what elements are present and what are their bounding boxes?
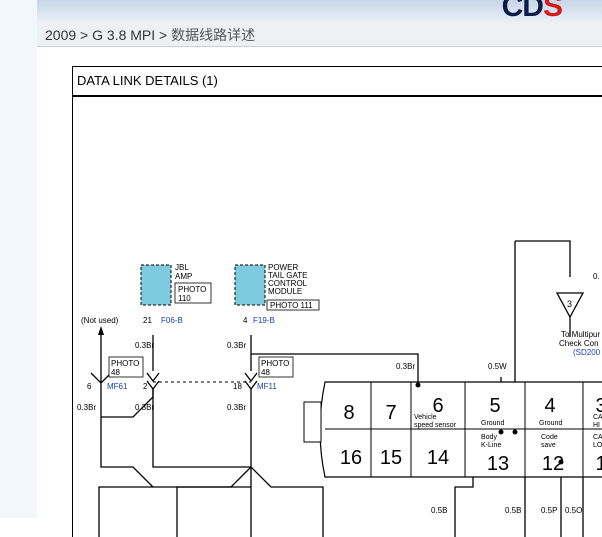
cds-logo: CDS	[501, 0, 563, 23]
svg-text:To Multipur: To Multipur	[561, 330, 600, 339]
svg-text:4: 4	[243, 316, 248, 325]
svg-text:CA: CA	[593, 434, 602, 441]
svg-text:0.3Br: 0.3Br	[227, 403, 246, 412]
svg-text:1: 1	[595, 453, 602, 475]
svg-text:Ground: Ground	[539, 420, 562, 427]
svg-text:LO: LO	[593, 442, 602, 449]
connector-mf11: MF11	[257, 382, 277, 391]
jbl-amp-label: JBL	[175, 263, 189, 272]
svg-text:CA: CA	[593, 414, 602, 421]
not-used-label: (Not used)	[81, 316, 119, 325]
svg-text:PHOTO: PHOTO	[178, 285, 206, 294]
breadcrumb-bar: 2009 > G 3.8 MPI > 数据线路详述	[37, 22, 602, 47]
splice-symbols	[90, 292, 585, 391]
svg-text:0.5B: 0.5B	[505, 506, 521, 515]
connector-mf61: MF61	[107, 382, 128, 391]
svg-text:8: 8	[343, 402, 354, 424]
svg-text:13: 13	[487, 453, 509, 475]
svg-text:PHOTO: PHOTO	[111, 359, 139, 368]
svg-text:21: 21	[143, 316, 152, 325]
svg-text:14: 14	[427, 447, 449, 469]
svg-text:PHOTO 111: PHOTO 111	[270, 301, 313, 310]
svg-text:Vehicle: Vehicle	[414, 414, 437, 421]
wiring-schematic: JBL AMP PHOTO 110 21 F06-B POWER TAIL GA…	[77, 240, 602, 537]
svg-text:2: 2	[143, 382, 148, 391]
reference-link[interactable]: (SD200	[573, 348, 601, 357]
tailgate-module-component	[234, 264, 266, 306]
svg-text:Check Con: Check Con	[559, 339, 599, 348]
breadcrumb-year[interactable]: 2009	[45, 27, 76, 43]
breadcrumb-current: 数据线路详述	[171, 27, 256, 43]
svg-text:AMP: AMP	[175, 272, 192, 281]
svg-text:PHOTO: PHOTO	[261, 359, 289, 368]
svg-text:3: 3	[567, 299, 572, 309]
left-gutter	[0, 0, 37, 518]
svg-text:speed sensor: speed sensor	[414, 422, 457, 429]
svg-text:HI: HI	[593, 422, 600, 429]
svg-text:15: 15	[380, 447, 402, 469]
svg-text:0.3Br: 0.3Br	[135, 403, 154, 412]
breadcrumb: 2009 > G 3.8 MPI > 数据线路详述	[45, 27, 256, 43]
svg-text:48: 48	[111, 368, 120, 377]
svg-text:save: save	[541, 442, 556, 449]
svg-text:K-Line: K-Line	[481, 442, 501, 449]
svg-text:18: 18	[233, 382, 242, 391]
connector-f19b: F19-B	[253, 316, 275, 325]
jbl-amp-component	[140, 264, 172, 306]
svg-text:0.3Br: 0.3Br	[135, 341, 154, 350]
svg-text:0.5P: 0.5P	[541, 506, 557, 515]
svg-text:0.: 0.	[593, 272, 600, 281]
svg-text:110: 110	[178, 294, 191, 303]
svg-text:0.3Br: 0.3Br	[227, 341, 246, 350]
svg-text:Body: Body	[481, 434, 497, 441]
svg-text:Code: Code	[541, 434, 558, 441]
svg-text:0.3Br: 0.3Br	[77, 403, 96, 412]
svg-text:4: 4	[544, 395, 555, 417]
svg-text:48: 48	[261, 368, 270, 377]
svg-text:0.5O: 0.5O	[565, 506, 582, 515]
svg-text:0.5B: 0.5B	[431, 506, 447, 515]
reference-note: 3 0. To Multipur Check Con (SD200	[559, 272, 601, 357]
svg-text:6: 6	[87, 382, 92, 391]
svg-text:MODULE: MODULE	[268, 287, 302, 296]
svg-text:0.3Br: 0.3Br	[396, 362, 415, 371]
svg-text:Ground: Ground	[481, 420, 504, 427]
svg-text:5: 5	[489, 395, 500, 417]
connector-f06b: F06-B	[161, 316, 183, 325]
header-banner: CDS	[37, 0, 602, 23]
wiring-diagram: DATA LINK DETAILS (1) JBL AMP PHOTO 110 …	[72, 66, 602, 537]
svg-text:7: 7	[385, 402, 396, 424]
breadcrumb-model[interactable]: G 3.8 MPI	[92, 27, 155, 43]
svg-text:0.5W: 0.5W	[488, 362, 507, 371]
svg-text:16: 16	[340, 447, 362, 469]
